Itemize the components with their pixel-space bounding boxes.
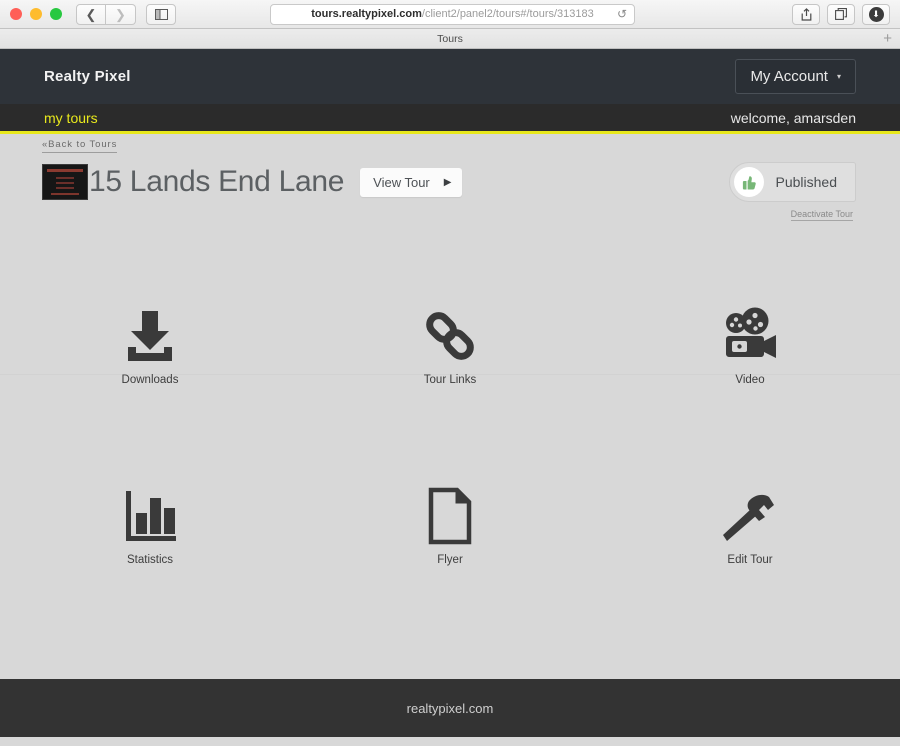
view-tour-button[interactable]: View Tour ▶: [360, 167, 463, 197]
tile-label: Downloads: [121, 373, 179, 386]
hammer-icon: [721, 483, 779, 545]
back-to-tours-link[interactable]: «Back to Tours: [42, 139, 118, 153]
tour-thumbnail[interactable]: [42, 164, 88, 200]
browser-toolbar: ❮ ❯ tours.realtypixel.com/client2/panel2…: [0, 0, 900, 29]
status-badge: Published: [728, 162, 856, 202]
active-tab[interactable]: Tours: [437, 33, 463, 45]
share-button[interactable]: [792, 3, 820, 25]
welcome-message: welcome, amarsden: [730, 109, 856, 126]
tile-video[interactable]: Video: [600, 254, 900, 434]
footer-text: realtypixel.com: [406, 700, 494, 716]
tour-tools-grid: Downloads Tour Links Video Statistics Fl…: [0, 254, 900, 614]
forward-button[interactable]: ❯: [106, 3, 136, 25]
downloads-icon: ⬇: [868, 6, 884, 22]
tab-bar: Tours +: [0, 29, 900, 49]
maximize-window-button[interactable]: [50, 8, 62, 20]
sidebar-toggle-icon: [154, 8, 168, 20]
url-path: /client2/panel2/tours#/tours/313183: [421, 8, 594, 20]
show-tabs-button[interactable]: [827, 3, 855, 25]
my-account-label: My Account: [750, 68, 828, 85]
chevron-down-icon: ▾: [836, 72, 841, 81]
tile-edit-tour[interactable]: Edit Tour: [600, 434, 900, 614]
deactivate-tour-link[interactable]: Deactivate Tour: [790, 209, 853, 221]
minimize-window-button[interactable]: [30, 8, 42, 20]
thumbs-up-icon: [742, 175, 756, 190]
tile-label: Flyer: [437, 553, 463, 566]
bar-chart-icon: [122, 483, 178, 545]
tile-downloads[interactable]: Downloads: [0, 254, 300, 434]
nav-item-my-tours[interactable]: my tours: [44, 110, 98, 126]
page-title: 15 Lands End Lane: [89, 165, 345, 198]
close-window-button[interactable]: [10, 8, 22, 20]
reload-icon[interactable]: ↺: [617, 7, 627, 21]
tour-title-row: 15 Lands End Lane View Tour ▶: [42, 164, 463, 200]
download-arrow-icon: [119, 303, 181, 365]
my-account-button[interactable]: My Account ▾: [735, 59, 856, 94]
sidebar-toggle-button[interactable]: [146, 3, 176, 25]
url-host: tours.realtypixel.com: [311, 8, 422, 20]
brand-logo[interactable]: Realty Pixel: [44, 68, 131, 85]
view-tour-label: View Tour: [373, 174, 430, 190]
tile-tour-links[interactable]: Tour Links: [300, 254, 600, 434]
chevron-right-icon: ❯: [115, 6, 126, 22]
site-header: Realty Pixel My Account ▾: [0, 49, 900, 104]
status-label: Published: [775, 174, 838, 190]
downloads-button[interactable]: ⬇: [862, 3, 890, 25]
movie-camera-icon: [719, 303, 781, 365]
window-controls[interactable]: [10, 8, 62, 20]
tile-label: Edit Tour: [727, 553, 773, 566]
play-arrow-icon: ▶: [443, 176, 452, 188]
tile-label: Statistics: [126, 553, 173, 566]
new-tab-button[interactable]: +: [883, 31, 892, 46]
tile-statistics[interactable]: Statistics: [0, 434, 300, 614]
publish-status-area: Published Deactivate Tour: [728, 162, 856, 222]
back-button[interactable]: ❮: [76, 3, 106, 25]
share-icon: [801, 7, 811, 21]
status-icon-circle: [733, 167, 764, 197]
browser-actions: ⬇: [792, 3, 890, 25]
chain-link-icon: [421, 303, 479, 365]
site-footer: realtypixel.com: [0, 679, 900, 737]
tile-label: Video: [735, 373, 765, 386]
chevron-left-icon: ❮: [85, 6, 97, 22]
show-tabs-icon: [835, 8, 847, 20]
tile-label: Tour Links: [423, 373, 477, 386]
main-content: «Back to Tours 15 Lands End Lane View To…: [0, 134, 900, 679]
sub-navigation-bar: my tours welcome, amarsden: [0, 104, 900, 134]
address-bar[interactable]: tours.realtypixel.com/client2/panel2/tou…: [270, 3, 635, 25]
navigation-buttons: ❮ ❯: [76, 3, 136, 25]
tile-flyer[interactable]: Flyer: [300, 434, 600, 614]
document-page-icon: [427, 483, 473, 545]
